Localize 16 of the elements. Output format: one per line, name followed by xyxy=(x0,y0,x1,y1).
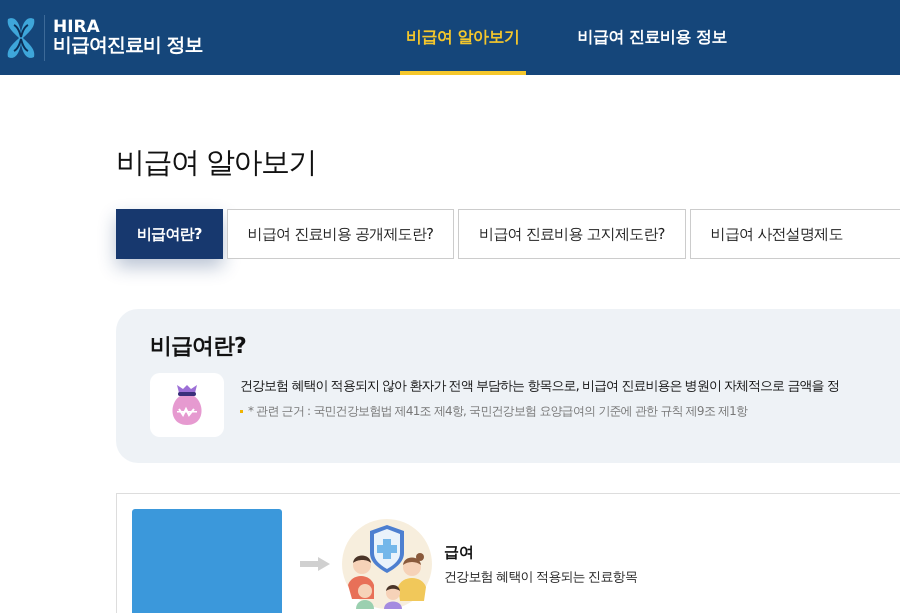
info-title: 비급여란? xyxy=(150,333,247,361)
brand-name: HIRA xyxy=(53,18,100,36)
nav-link[interactable]: 비급여 진료비용 정보 xyxy=(572,0,734,75)
info-description: 건강보험 혜택이 적용되지 않아 환자가 전액 부담하는 항목으로, 비급여 진료비용은 병원이 자체적으로 금액을 정 xyxy=(240,378,839,395)
nav-link[interactable]: 비급여 알아보기 xyxy=(400,0,526,75)
legal-note: * 관련 근거 : 국민건강보험법 제41조 제4항, 국민건강보험 요양급여의 기준에 관한 규칙 제9조 제1항 xyxy=(248,403,748,420)
arrow-icon xyxy=(300,557,330,571)
bullet-icon xyxy=(240,410,243,413)
coverage-title: 급여 xyxy=(444,543,475,562)
tab[interactable]: 비급여 진료비용 고지제도란? xyxy=(458,209,686,259)
tab[interactable]: 비급여 사전설명제도 xyxy=(690,209,900,259)
site-name: 비급여진료비 정보 xyxy=(53,36,203,56)
page-title: 비급여 알아보기 xyxy=(116,144,318,181)
tab[interactable]: 비급여 진료비용 공개제도란? xyxy=(226,209,454,259)
coverage-description: 건강보험 혜택이 적용되는 진료항목 xyxy=(444,569,637,586)
tab[interactable]: 비급여란? xyxy=(116,209,223,259)
